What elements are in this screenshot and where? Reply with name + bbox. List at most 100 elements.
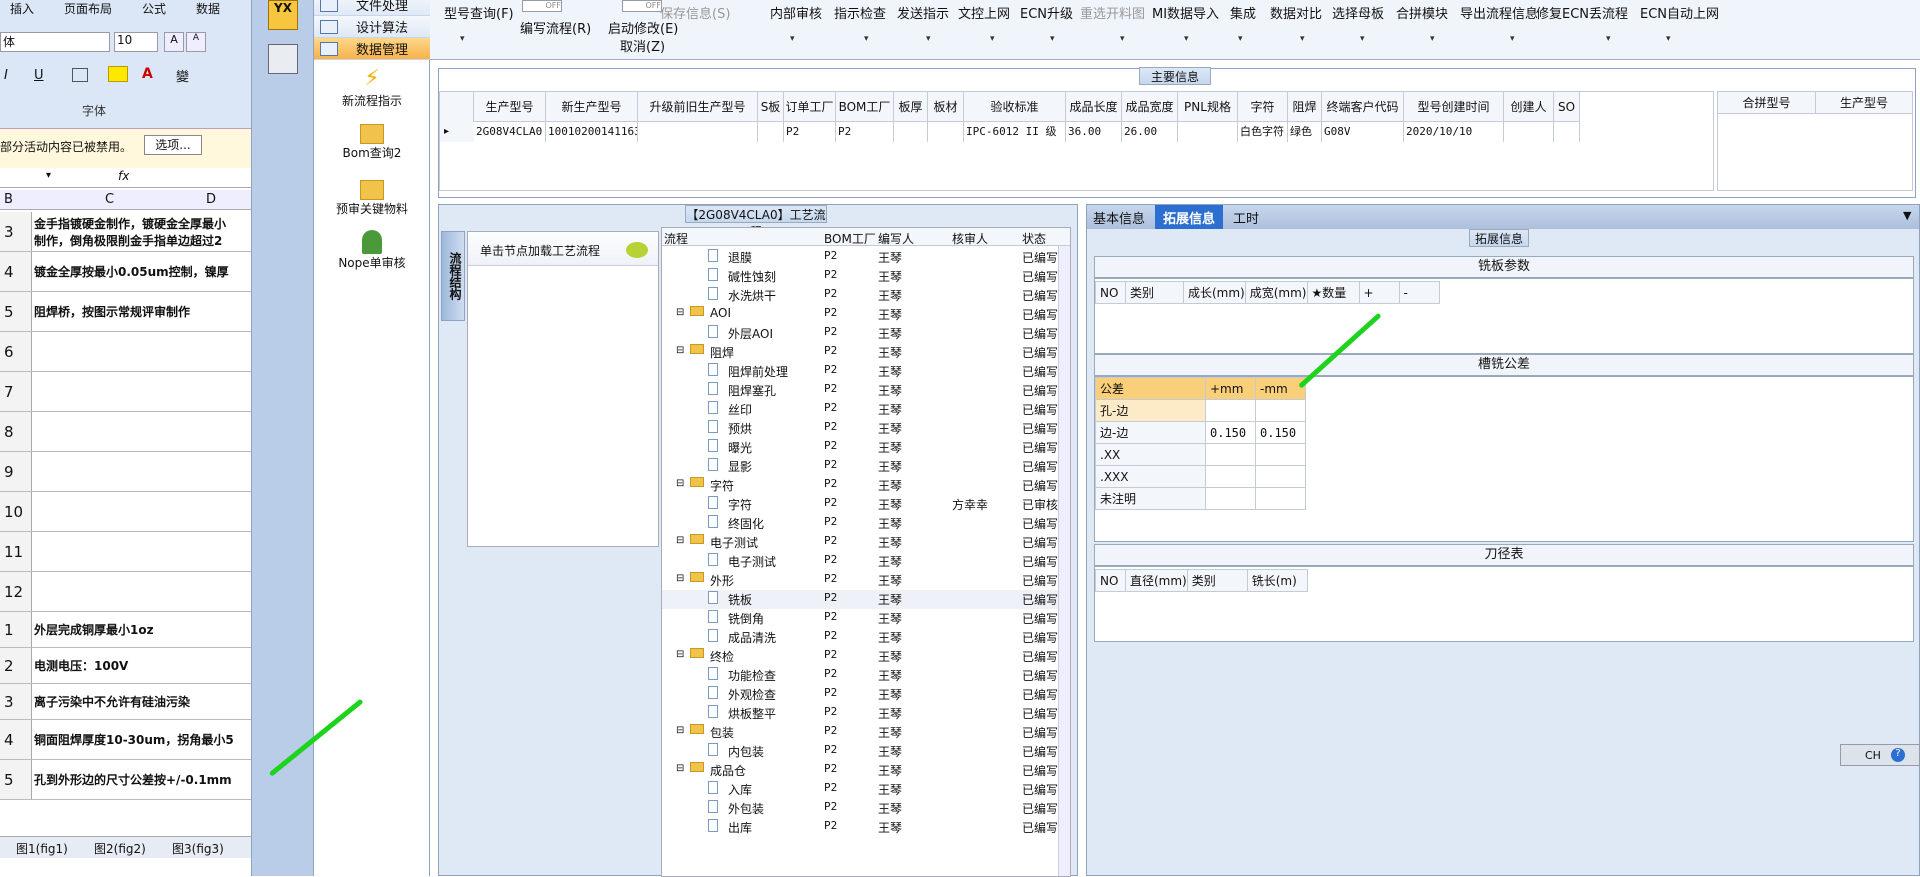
cell-value[interactable] (758, 122, 784, 142)
chevron-down-icon[interactable]: ▾ (926, 34, 931, 44)
column-header[interactable]: 成品长度 (1066, 92, 1122, 122)
cell-text[interactable]: 铜面阻焊厚度10-30um，拐角最小5 (34, 720, 251, 759)
chevron-down-icon[interactable]: ▾ (1120, 34, 1125, 44)
menu-item[interactable]: 导出流程信息 (1460, 3, 1538, 22)
excel-row[interactable]: 4 镀金全厚按最小0.05um控制，镍厚 (0, 252, 251, 292)
menu-item[interactable]: 数据对比 (1270, 3, 1322, 22)
tab-formulas[interactable]: 公式 (142, 0, 166, 17)
tree-node[interactable]: 烘板整平 P2 王琴 已编写 (662, 704, 1067, 723)
tree-node[interactable]: 显影 P2 王琴 已编写 (662, 457, 1067, 476)
excel-row[interactable]: 11 (0, 532, 251, 572)
formula-bar[interactable]: ▾ fx (0, 168, 251, 188)
tree-node[interactable]: 退膜 P2 王琴 已编写 (662, 248, 1067, 267)
toggle-switch[interactable]: OFF (522, 0, 562, 12)
tolerance-value[interactable]: 0.150 (1255, 421, 1306, 444)
row-number[interactable]: 5 (0, 292, 32, 331)
tree-node[interactable]: ⊟ 字符 P2 王琴 已编写 (662, 476, 1067, 495)
chevron-down-icon[interactable]: ▾ (1430, 34, 1435, 44)
tree-node[interactable]: 铣板 P2 王琴 已编写 (662, 590, 1067, 609)
excel-row[interactable]: 10 (0, 492, 251, 532)
column-header[interactable]: 新生产型号 (546, 92, 638, 122)
menu-item[interactable]: 型号查询(F) (444, 3, 514, 22)
column-header[interactable]: 型号创建时间 (1404, 92, 1504, 122)
row-number[interactable]: 12 (0, 572, 32, 611)
italic-button[interactable]: I (4, 68, 8, 83)
menu-item[interactable]: 启动修改(E) (608, 18, 678, 37)
nav-design-algorithm[interactable]: 设计算法 (314, 16, 430, 38)
menu-item[interactable]: 编写流程(R) (520, 18, 591, 37)
chevron-down-icon[interactable]: ▾ (1510, 34, 1515, 44)
tolerance-value[interactable] (1205, 399, 1256, 422)
tree-node[interactable]: 外层AOI P2 王琴 已编写 (662, 324, 1067, 343)
tree-node[interactable]: 阻焊前处理 P2 王琴 已编写 (662, 362, 1067, 381)
excel-row[interactable]: 8 (0, 412, 251, 452)
cell-value[interactable] (928, 122, 964, 142)
column-header[interactable]: 订单工厂 (784, 92, 836, 122)
cell-text[interactable] (34, 572, 251, 611)
bom-query-tool[interactable]: Bom查询2 (314, 124, 430, 161)
collapse-icon[interactable]: ⊟ (676, 478, 684, 489)
chevron-down-icon[interactable]: ▾ (1184, 34, 1189, 44)
excel-row[interactable]: 4 铜面阻焊厚度10-30um，拐角最小5 (0, 720, 251, 760)
menu-item[interactable]: 文控上网 (958, 3, 1010, 22)
cell-text[interactable]: 阻焊桥，按图示常规评审制作 (34, 292, 251, 331)
column-header[interactable]: NO (1095, 569, 1126, 592)
tolerance-value[interactable] (1205, 443, 1256, 466)
cell-value[interactable]: P2 (784, 122, 836, 142)
cell-value[interactable]: 2020/10/10 (1404, 122, 1504, 142)
cell-value[interactable]: 36.00 (1066, 122, 1122, 142)
row-number[interactable]: 3 (0, 684, 32, 719)
row-number[interactable]: 4 (0, 720, 32, 759)
cell-value[interactable]: 绿色 (1288, 122, 1322, 142)
cell-value[interactable]: P2 (836, 122, 894, 142)
collapse-icon[interactable]: ⊟ (676, 649, 684, 660)
pre-review-material-tool[interactable]: 预审关键物料 (314, 180, 430, 217)
column-header[interactable]: 终端客户代码 (1322, 92, 1404, 122)
col-b[interactable]: B (4, 192, 13, 207)
column-header[interactable]: 板厚 (894, 92, 928, 122)
tree-node[interactable]: 成品清洗 P2 王琴 已编写 (662, 628, 1067, 647)
excel-row[interactable]: 6 (0, 332, 251, 372)
row-number[interactable]: 5 (0, 760, 32, 799)
tab-basic-info[interactable]: 基本信息 (1085, 205, 1153, 229)
underline-button[interactable]: U (34, 68, 44, 83)
column-header[interactable]: SO (1554, 92, 1580, 122)
chevron-down-icon[interactable]: ▾ (1606, 34, 1611, 44)
column-header[interactable]: 编写人 (878, 230, 914, 247)
menu-item[interactable]: 指示检查 (834, 3, 886, 22)
menu-item[interactable]: 合拼模块 (1396, 3, 1448, 22)
process-structure-tab[interactable]: 流程结构 (441, 231, 465, 321)
cell-value[interactable] (894, 122, 928, 142)
cell-value[interactable] (638, 122, 758, 142)
column-header[interactable]: 成宽(mm) (1244, 281, 1308, 304)
shrink-font-button[interactable]: A (186, 32, 206, 52)
collapse-icon[interactable]: ⊟ (676, 307, 684, 318)
cell-value[interactable] (1504, 122, 1554, 142)
column-header[interactable]: 核审人 (952, 230, 988, 247)
menu-item[interactable]: ECN自动上网 (1640, 3, 1719, 22)
tree-node[interactable]: ⊟ 外形 P2 王琴 已编写 (662, 571, 1067, 590)
tolerance-value[interactable]: 0.150 (1205, 421, 1256, 444)
sheet-tab-fig3[interactable]: 图3(fig3) (172, 840, 224, 857)
row-number[interactable]: 6 (0, 332, 32, 371)
tab-data[interactable]: 数据 (196, 0, 220, 17)
column-header[interactable]: 类别 (1186, 569, 1248, 592)
tree-node[interactable]: 曝光 P2 王琴 已编写 (662, 438, 1067, 457)
column-header[interactable]: 字符 (1238, 92, 1288, 122)
cell-value[interactable]: 26.00 (1122, 122, 1178, 142)
menu-item[interactable]: 发送指示 (897, 3, 949, 22)
tree-node[interactable]: 电子测试 P2 王琴 已编写 (662, 552, 1067, 571)
tree-node[interactable]: 字符 P2 王琴 方幸幸 已审核 (662, 495, 1067, 514)
menu-item[interactable]: ECN升级 (1020, 3, 1073, 22)
column-header[interactable]: 直径(mm) (1125, 569, 1188, 592)
column-header[interactable]: 公差 (1095, 377, 1206, 400)
fill-color-icon[interactable] (108, 66, 128, 82)
chevron-down-icon[interactable]: ▾ (990, 34, 995, 44)
tree-node[interactable]: 外观检查 P2 王琴 已编写 (662, 685, 1067, 704)
cell-value[interactable]: G08V (1322, 122, 1404, 142)
phonetic-icon[interactable]: 變 (176, 66, 189, 85)
toggle-switch[interactable]: OFF (622, 0, 662, 12)
tolerance-value[interactable] (1255, 487, 1306, 510)
collapse-icon[interactable]: ⊟ (676, 573, 684, 584)
tolerance-value[interactable] (1205, 465, 1256, 488)
